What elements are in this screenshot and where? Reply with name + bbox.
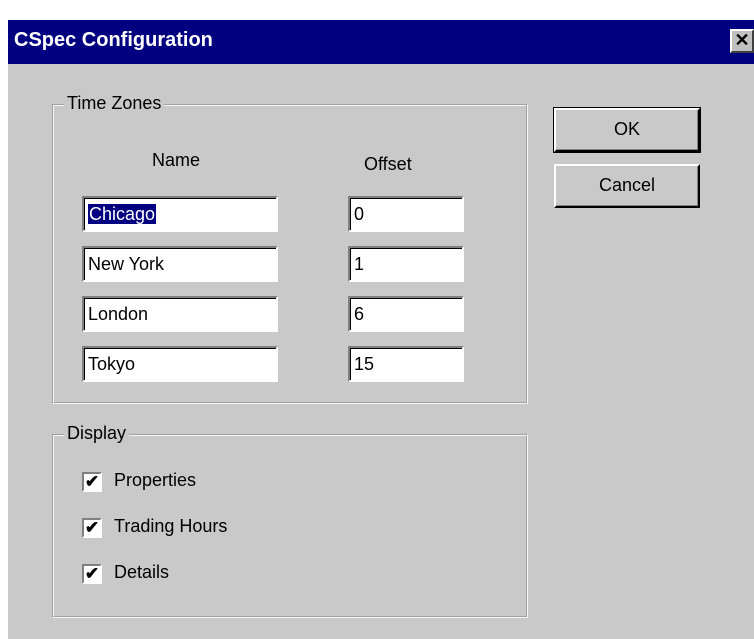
properties-label: Properties <box>114 470 197 490</box>
tz-offset-field-1[interactable]: 0 <box>348 196 464 232</box>
tz-name-field-3[interactable]: London <box>82 296 278 332</box>
config-dialog: CSpec Configuration ✕ Time Zones Name Of… <box>6 18 754 639</box>
time-zones-label: Time Zones <box>64 93 165 114</box>
offset-column-header: Offset <box>364 154 412 174</box>
close-icon: ✕ <box>734 30 750 50</box>
display-label: Display <box>64 423 130 444</box>
tz-offset-value: 6 <box>354 304 365 324</box>
tz-name-value: New York <box>88 254 165 274</box>
tz-name-value: Tokyo <box>88 354 136 374</box>
close-button[interactable]: ✕ <box>730 29 754 53</box>
trading-hours-checkbox[interactable]: ✔ <box>82 518 102 538</box>
tz-name-value: Chicago <box>88 204 157 224</box>
title-bar[interactable]: CSpec Configuration ✕ <box>8 20 754 64</box>
tz-offset-value: 0 <box>354 204 365 224</box>
tz-offset-value: 15 <box>354 354 375 374</box>
ok-button[interactable]: OK <box>553 107 701 153</box>
details-label: Details <box>114 562 170 582</box>
tz-offset-field-4[interactable]: 15 <box>348 346 464 382</box>
display-group: Display ✔ Properties ✔ Trading Hours ✔ D… <box>52 423 528 618</box>
tz-offset-field-3[interactable]: 6 <box>348 296 464 332</box>
window-title: CSpec Configuration <box>14 29 213 51</box>
name-column-header: Name <box>152 150 201 170</box>
tz-name-value: London <box>88 304 149 324</box>
time-zones-group: Time Zones Name Offset Chicago 0 New Yor… <box>52 93 528 404</box>
cancel-button[interactable]: Cancel <box>554 164 700 208</box>
trading-hours-label: Trading Hours <box>114 516 228 536</box>
tz-name-field-4[interactable]: Tokyo <box>82 346 278 382</box>
tz-name-field-2[interactable]: New York <box>82 246 278 282</box>
tz-offset-field-2[interactable]: 1 <box>348 246 464 282</box>
tz-name-field-1[interactable]: Chicago <box>82 196 278 232</box>
tz-offset-value: 1 <box>354 254 365 274</box>
properties-checkbox[interactable]: ✔ <box>82 472 102 492</box>
details-checkbox[interactable]: ✔ <box>82 564 102 584</box>
